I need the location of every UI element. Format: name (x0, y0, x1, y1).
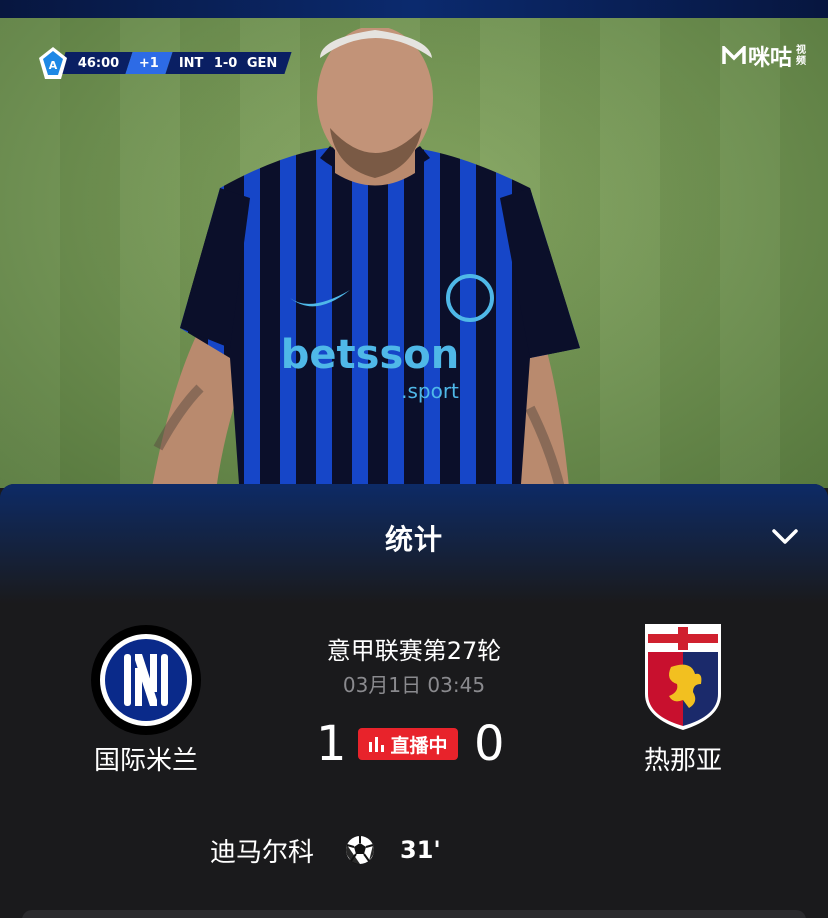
stats-panel: 统计 国际米兰 意甲联赛第27轮 03月1日 03:45 1 直播中 0 热那亚… (0, 484, 828, 918)
migu-logo-icon (722, 46, 746, 64)
brand-suffix-1: 视 (796, 45, 806, 56)
scoreboard-overlay: A 46:00 +1 INT 1-0 GEN (38, 47, 292, 79)
migu-video-watermark: 咪咕 视 频 (722, 40, 808, 72)
match-clock: 46:00 (58, 52, 133, 74)
away-abbr: GEN (247, 55, 278, 71)
top-status-bar (0, 0, 828, 18)
live-status-badge: 直播中 (358, 728, 458, 760)
player-figure: betsson .sport (151, 28, 580, 488)
away-team-name: 热那亚 (643, 746, 722, 776)
svg-text:A: A (49, 59, 58, 72)
serie-a-logo-icon: A (39, 47, 67, 79)
live-bars-icon (369, 737, 385, 752)
home-score: 1 (316, 716, 347, 772)
home-team-name: 国际米兰 (93, 746, 198, 776)
home-abbr: INT (179, 55, 204, 71)
goal-minute: 31' (400, 836, 441, 864)
svg-text:.sport: .sport (401, 379, 459, 403)
away-score: 0 (474, 716, 505, 772)
video-player[interactable]: betsson .sport A 46:00 +1 INT 1-0 GEN 咪咕… (0, 18, 828, 488)
match-round: 意甲联赛第27轮 (326, 637, 502, 665)
brand-name: 咪咕 (747, 46, 792, 71)
live-status-text: 直播中 (390, 734, 448, 757)
panel-title: 统计 (384, 523, 443, 556)
goal-event-row: 迪马尔科 31' (210, 832, 441, 868)
svg-text:betsson: betsson (281, 332, 459, 378)
football-icon (346, 836, 375, 865)
scorebug-result: 1-0 (213, 55, 238, 71)
genoa-logo-icon[interactable] (643, 622, 723, 732)
brand-suffix-2: 频 (796, 56, 806, 67)
next-section-card (22, 910, 806, 918)
match-datetime: 03月1日 03:45 (342, 673, 486, 697)
scorebug-score: INT 1-0 GEN (165, 52, 292, 74)
scorer-name: 迪马尔科 (210, 837, 315, 868)
inter-milan-logo-icon[interactable] (90, 624, 202, 736)
chevron-down-icon[interactable] (770, 524, 800, 548)
